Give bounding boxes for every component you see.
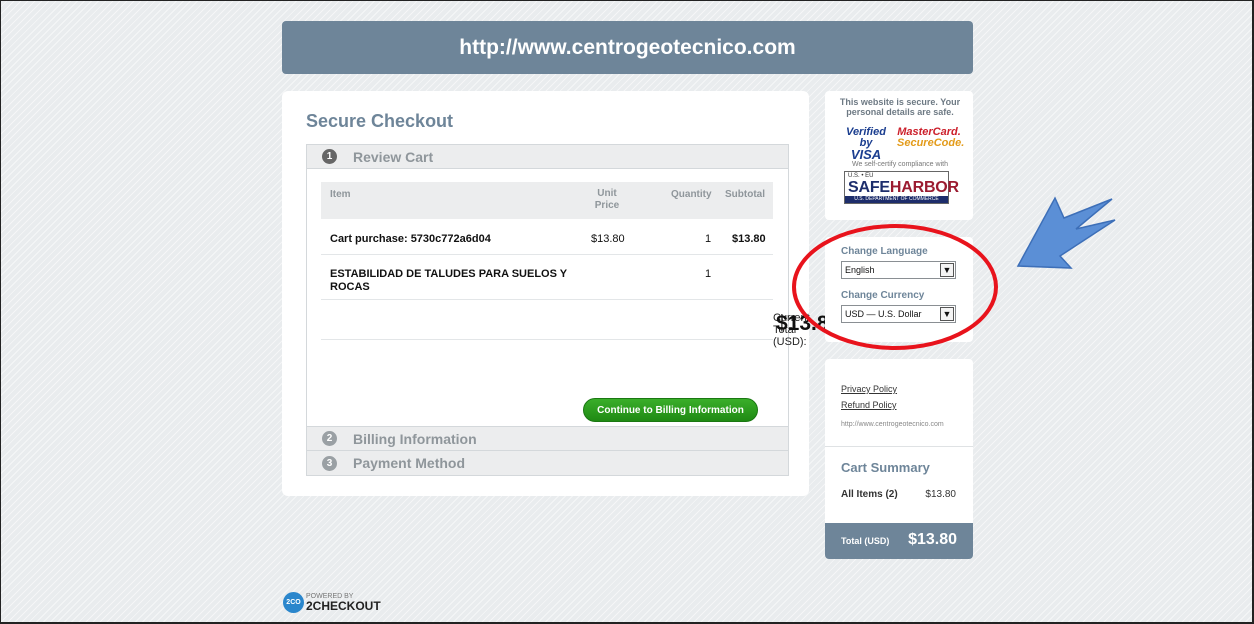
- blue-arrow-icon: [1016, 196, 1116, 269]
- red-highlight-circle: [792, 224, 998, 350]
- annotation-overlay: [792, 196, 1116, 350]
